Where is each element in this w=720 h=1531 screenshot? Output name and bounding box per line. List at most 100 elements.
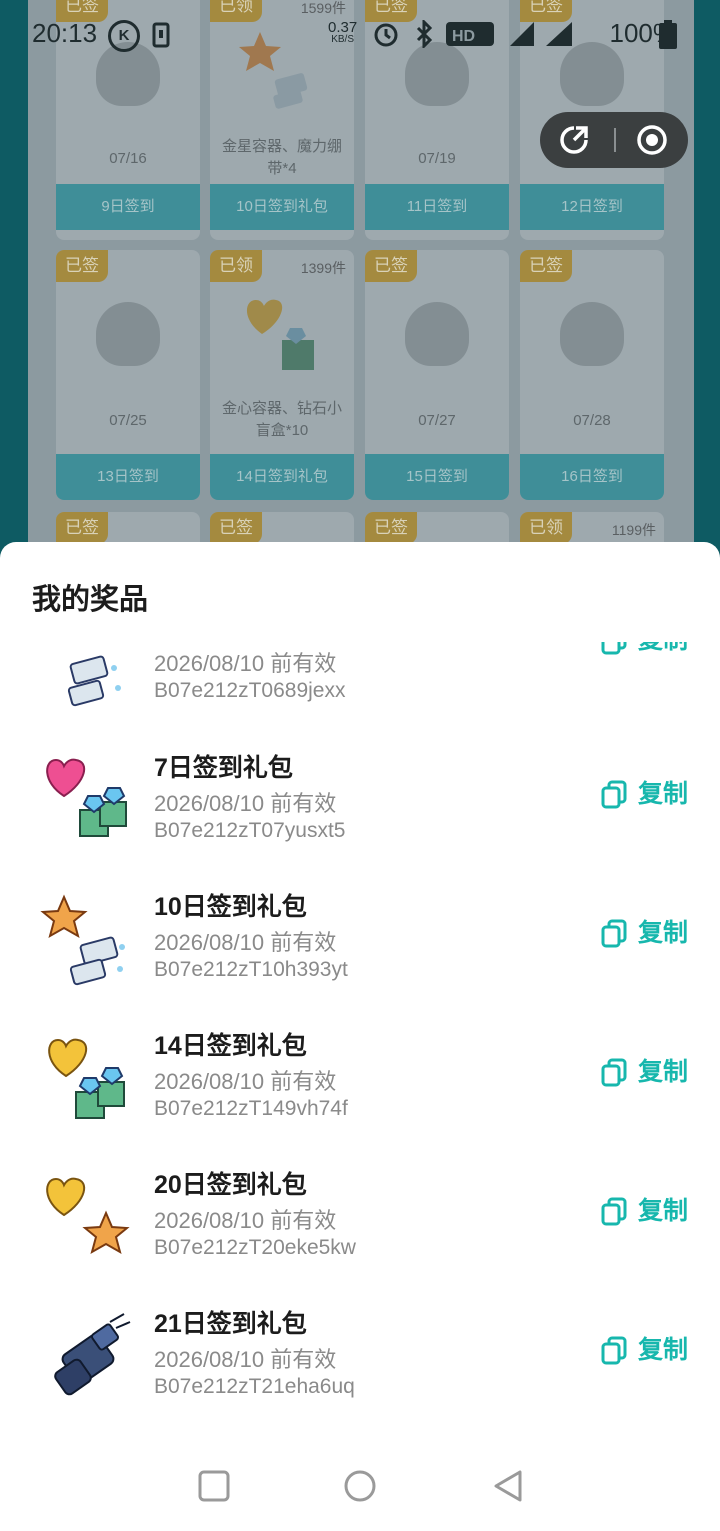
armor-gauntlet-icon [54, 1313, 131, 1396]
copy-button[interactable]: 复制 [600, 778, 700, 814]
alarm-icon [374, 23, 398, 47]
signin-card: 已签 07/28 16日签到 [520, 250, 664, 500]
copy-icon [601, 919, 627, 948]
copy-label: 复制 [638, 780, 689, 808]
status-badge: 已签 [520, 250, 572, 282]
capsule-menu [540, 112, 688, 168]
share-icon[interactable] [558, 124, 590, 156]
copy-icon [601, 642, 627, 655]
card-date: 07/19 [418, 150, 456, 167]
copy-icon [601, 780, 627, 809]
recent-apps-icon[interactable] [196, 1468, 232, 1504]
signin-card: 已签 07/25 13日签到 [56, 250, 200, 500]
prize-valid-date: 2026/08/10 前有效 [154, 651, 337, 676]
gold-heart-gift-icon [48, 1038, 125, 1119]
card-description: 金心容器、钻石小盲盒*10 [221, 400, 342, 439]
prize-code: B07e212zT07yusxt5 [154, 819, 346, 842]
prize-name: 21日签到礼包 [154, 1310, 307, 1338]
prize-item: 2026/08/10 前有效 B07e212zT0689jexx 复制 [0, 642, 720, 745]
signin-card: 已领 1399件 金心容器、钻石小盲盒*10 14日签到礼包 [210, 250, 354, 500]
prize-item: 21日签到礼包 2026/08/10 前有效 B07e212zT21eha6uq… [0, 1302, 720, 1441]
prize-code: B07e212zT0689jexx [154, 679, 346, 702]
card-footer: 10日签到礼包 [210, 184, 354, 230]
status-badge: 已签 [56, 250, 108, 282]
copy-icon [601, 1336, 627, 1365]
background-signin-page: 已签 07/16 9日签到 已领 1599件 金星容器、魔力绷带*4 10日签到… [28, 0, 694, 762]
card-footer: 9日签到 [56, 184, 200, 230]
battery-icon [659, 20, 677, 49]
avatar-placeholder-icon [96, 302, 160, 366]
sheet-title: 我的奖品 [32, 584, 149, 616]
copy-label: 复制 [638, 919, 689, 947]
signin-card: 已签 07/27 15日签到 [365, 250, 509, 500]
card-footer: 16日签到 [520, 454, 664, 500]
prize-item: 7日签到礼包 2026/08/10 前有效 B07e212zT07yusxt5 … [0, 746, 720, 885]
network-speed-value: 0.37 [328, 19, 358, 36]
status-badge: 已领 [520, 512, 572, 544]
prize-name: 20日签到礼包 [154, 1171, 307, 1199]
copy-icon [601, 1058, 627, 1087]
back-icon[interactable] [490, 1468, 526, 1504]
status-bar: 20:13 K 0.37 KB/S HD 100% [0, 0, 720, 70]
status-badge: 已签 [56, 512, 108, 544]
copy-label: 复制 [638, 1197, 689, 1225]
prize-list[interactable]: 2026/08/10 前有效 B07e212zT0689jexx 复制 7日签到… [0, 642, 720, 1452]
copy-icon [601, 1197, 627, 1226]
prize-code: B07e212zT21eha6uq [154, 1375, 355, 1398]
prize-valid-date: 2026/08/10 前有效 [154, 1208, 337, 1233]
sim-icon [152, 22, 170, 48]
home-icon[interactable] [342, 1468, 378, 1504]
status-badge: 已签 [365, 512, 417, 544]
bluetooth-icon [416, 20, 433, 48]
prize-code: B07e212zT10h393yt [154, 958, 348, 981]
avatar-placeholder-icon [405, 302, 469, 366]
hd-icon: HD [446, 22, 494, 46]
prize-code: B07e212zT20eke5kw [154, 1236, 356, 1259]
gold-heart-star-icon [46, 1177, 130, 1255]
avatar-placeholder-icon [560, 302, 624, 366]
prize-item: 20日签到礼包 2026/08/10 前有效 B07e212zT20eke5kw… [0, 1163, 720, 1302]
prize-code: B07e212zT149vh74f [154, 1097, 348, 1120]
copy-label: 复制 [638, 1058, 689, 1086]
gold-star-bandage-icon [40, 894, 125, 986]
close-miniprogram-icon[interactable] [636, 124, 668, 156]
copy-button[interactable]: 复制 [600, 1334, 700, 1370]
card-date: 07/28 [573, 412, 611, 429]
copy-label: 复制 [638, 1336, 689, 1364]
network-speed-unit: KB/S [331, 34, 354, 45]
network-speed: 0.37 KB/S [328, 19, 358, 46]
k-app-icon: K [108, 20, 140, 52]
svg-text:HD: HD [452, 28, 475, 45]
card-description: 金星容器、魔力绷带*4 [221, 138, 342, 177]
prize-name: 7日签到礼包 [154, 754, 293, 782]
prize-valid-date: 2026/08/10 前有效 [154, 791, 337, 816]
system-navigation-bar [0, 1440, 720, 1531]
card-footer: 12日签到 [520, 184, 664, 230]
copy-button[interactable]: 复制 [600, 917, 700, 953]
signal-icon [510, 22, 572, 46]
card-footer: 14日签到礼包 [210, 454, 354, 500]
copy-button[interactable]: 复制 [600, 1056, 700, 1092]
copy-button[interactable]: 复制 [600, 642, 700, 660]
card-count: 1199件 [611, 522, 656, 538]
card-date: 07/27 [418, 412, 456, 429]
card-date: 07/16 [109, 150, 147, 167]
copy-button[interactable]: 复制 [600, 1195, 700, 1231]
copy-label: 复制 [638, 642, 688, 656]
card-footer: 13日签到 [56, 454, 200, 500]
prize-valid-date: 2026/08/10 前有效 [154, 930, 337, 955]
pink-heart-gift-icon [46, 758, 127, 837]
gold-heart-gift-icon [246, 299, 314, 370]
my-prizes-sheet: 我的奖品 2026/08/10 前有效 B07e212zT0689jexx 复制 [0, 542, 720, 1531]
status-badge: 已领 [210, 250, 262, 282]
prize-item: 10日签到礼包 2026/08/10 前有效 B07e212zT10h393yt… [0, 885, 720, 1024]
status-badge: 已签 [210, 512, 262, 544]
card-footer: 11日签到 [365, 184, 509, 230]
card-count: 1399件 [300, 260, 346, 276]
clock: 20:13 [32, 18, 98, 48]
prize-name: 10日签到礼包 [154, 893, 307, 921]
prize-name: 14日签到礼包 [154, 1032, 307, 1060]
prize-valid-date: 2026/08/10 前有效 [154, 1347, 337, 1372]
status-badge: 已签 [365, 250, 417, 282]
prize-valid-date: 2026/08/10 前有效 [154, 1069, 337, 1094]
